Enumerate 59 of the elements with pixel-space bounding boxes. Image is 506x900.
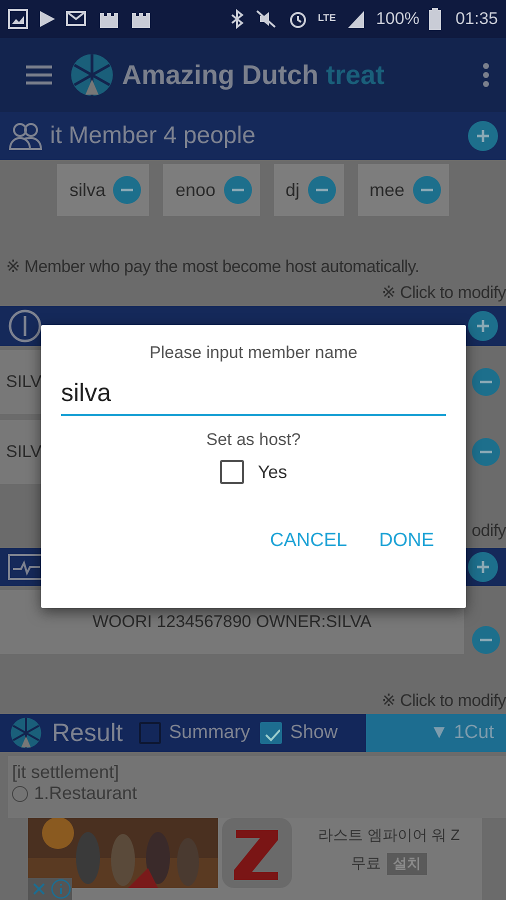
remove-button[interactable] bbox=[308, 176, 336, 204]
member-chip[interactable]: dj bbox=[274, 164, 344, 216]
close-icon[interactable] bbox=[28, 878, 50, 900]
member-chip[interactable]: silva bbox=[57, 164, 150, 216]
checkbox-label: Show bbox=[290, 722, 338, 744]
section-title: Result bbox=[52, 718, 123, 748]
remove-button[interactable] bbox=[472, 368, 500, 396]
checkbox[interactable] bbox=[220, 460, 244, 484]
remove-button[interactable] bbox=[224, 176, 252, 204]
dialog-title: Please input member name bbox=[150, 343, 358, 363]
alarm-icon bbox=[288, 9, 308, 29]
app-title: Amazing Dutch treat bbox=[122, 60, 385, 90]
people-icon bbox=[8, 122, 44, 150]
hint-text: ※ Click to modify bbox=[382, 283, 506, 302]
hint-text: ※ Click to modify bbox=[382, 691, 506, 710]
checkbox[interactable] bbox=[260, 722, 282, 744]
price-label: 무료 bbox=[351, 855, 381, 872]
logo-icon bbox=[10, 717, 42, 749]
add-payment-button[interactable] bbox=[468, 311, 498, 341]
name-input[interactable]: silva bbox=[61, 375, 446, 416]
mute-icon bbox=[254, 9, 278, 29]
dialog-button[interactable]: DONE bbox=[367, 522, 446, 560]
menu-button[interactable] bbox=[26, 65, 52, 85]
add-account-button[interactable] bbox=[468, 552, 498, 582]
checkbox-option[interactable]: Summary bbox=[138, 722, 250, 744]
signal-icon bbox=[346, 9, 366, 29]
cut-dropdown[interactable]: ▼ 1Cut bbox=[366, 714, 506, 752]
network-label: LTE bbox=[318, 14, 336, 24]
settlement-heading: [it settlement] bbox=[12, 762, 120, 783]
add-member-button[interactable] bbox=[468, 121, 498, 151]
radio-button[interactable] bbox=[12, 786, 28, 802]
remove-button[interactable] bbox=[412, 176, 441, 204]
clock: 01:35 bbox=[455, 9, 498, 29]
more-options-button[interactable] bbox=[482, 62, 490, 88]
info-icon[interactable] bbox=[50, 878, 72, 900]
checkbox-label: Summary bbox=[168, 722, 250, 744]
checkbox-label: Yes bbox=[258, 462, 288, 482]
play-store-icon bbox=[38, 9, 56, 29]
dialog-button[interactable]: CANCEL bbox=[258, 522, 360, 560]
battery-icon bbox=[429, 8, 442, 30]
hint-text: odify bbox=[472, 521, 506, 540]
member-chip[interactable]: enoo bbox=[163, 164, 260, 216]
remove-button[interactable] bbox=[472, 438, 500, 466]
member-chip[interactable]: mee bbox=[358, 164, 449, 216]
mail-icon bbox=[66, 10, 88, 28]
remove-button[interactable] bbox=[472, 626, 500, 654]
battery-percent: 100% bbox=[376, 9, 420, 29]
settlement-item[interactable]: 1.Restaurant bbox=[34, 783, 138, 804]
ad-title: 라스트 엠파이어 워 Z bbox=[318, 826, 460, 845]
hint-text: ※ Member who pay the most become host automatically. bbox=[6, 257, 420, 276]
checkbox[interactable] bbox=[138, 722, 161, 744]
host-checkbox-option[interactable]: Yes bbox=[220, 460, 288, 484]
remove-button[interactable] bbox=[113, 176, 142, 204]
section-title: it Member 4 people bbox=[50, 122, 256, 150]
bluetooth-icon bbox=[230, 9, 244, 29]
gallery-icon bbox=[8, 9, 28, 29]
logo-icon bbox=[70, 53, 114, 97]
dialog-question: Set as host? bbox=[206, 430, 301, 450]
checkbox-option[interactable]: Show bbox=[260, 722, 338, 744]
